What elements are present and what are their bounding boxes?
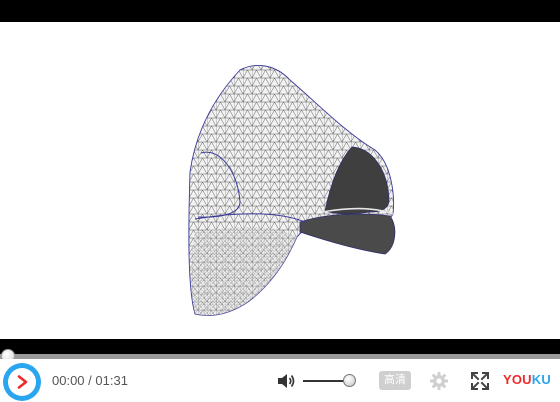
current-time: 00:00: [52, 373, 85, 388]
logo-part-a: YOU: [503, 372, 532, 387]
volume-icon[interactable]: [276, 372, 296, 390]
duration: 01:31: [95, 373, 128, 388]
gear-icon[interactable]: [429, 371, 449, 391]
mesh-dark-lip: [299, 213, 396, 255]
time-separator: /: [84, 373, 96, 388]
mesh-render: [188, 64, 396, 316]
youku-logo[interactable]: YOUKU: [503, 372, 551, 387]
quality-button[interactable]: 高清: [379, 371, 411, 390]
control-bar: 00:00 / 01:31 高清 YOUKU: [0, 359, 560, 402]
mesh-lower-shade: [191, 227, 297, 316]
video-frame[interactable]: [0, 22, 560, 339]
logo-part-b: KU: [531, 372, 551, 387]
play-button[interactable]: [3, 363, 41, 401]
letterbox-top: [0, 0, 560, 22]
fullscreen-icon[interactable]: [470, 371, 490, 391]
play-icon: [17, 375, 28, 389]
volume-handle[interactable]: [342, 374, 356, 387]
time-display: 00:00 / 01:31: [52, 373, 128, 388]
play-icon-holder: [8, 368, 36, 396]
video-player: 00:00 / 01:31 高清 YOUKU: [0, 0, 560, 402]
